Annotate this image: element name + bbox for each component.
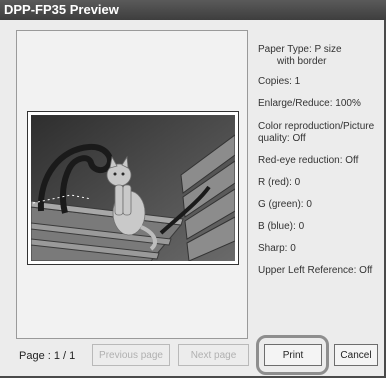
sharp-info: Sharp: 0	[258, 243, 296, 254]
paper-type-border-label: with border	[277, 56, 327, 67]
photo-preview	[27, 111, 239, 265]
green-value-info: G (green): 0	[258, 199, 312, 210]
next-page-button[interactable]: Next page	[178, 344, 249, 366]
print-button[interactable]: Print	[264, 344, 322, 366]
paper-type-info: Paper Type: P size with border	[258, 44, 342, 68]
color-reproduction-label: Color reproduction/Picture	[258, 121, 375, 132]
window-title: DPP-FP35 Preview	[4, 2, 119, 17]
title-bar: DPP-FP35 Preview	[0, 0, 386, 20]
enlarge-reduce-info: Enlarge/Reduce: 100%	[258, 98, 361, 109]
paper-type-label: Paper Type: P size	[258, 44, 342, 55]
picture-quality-label: quality: Off	[258, 133, 306, 144]
cat-on-bench-photo	[31, 115, 235, 261]
page-indicator: Page : 1 / 1	[19, 350, 76, 362]
preview-area	[16, 30, 248, 339]
previous-page-button[interactable]: Previous page	[92, 344, 170, 366]
blue-value-info: B (blue): 0	[258, 221, 305, 232]
red-value-info: R (red): 0	[258, 177, 301, 188]
copies-info: Copies: 1	[258, 76, 301, 87]
cancel-button[interactable]: Cancel	[334, 344, 378, 366]
preview-window: DPP-FP35 Preview Paper Type: P size with…	[0, 0, 386, 378]
red-eye-info: Red-eye reduction: Off	[258, 155, 359, 166]
upper-left-reference-info: Upper Left Reference: Off	[258, 265, 373, 276]
color-reproduction-info: Color reproduction/Picture quality: Off	[258, 121, 374, 145]
